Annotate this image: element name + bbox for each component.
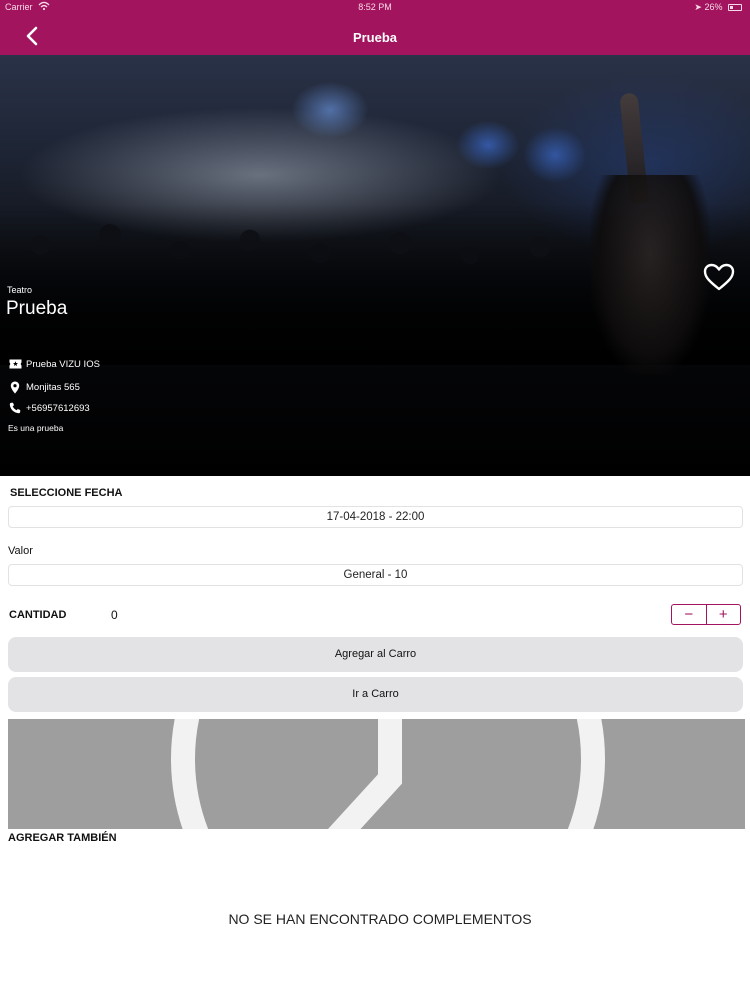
location-pin-icon [8, 380, 22, 394]
quantity-value: 0 [111, 608, 118, 622]
quantity-label: CANTIDAD [9, 609, 67, 621]
phone-icon [8, 401, 22, 415]
ticket-icon [8, 357, 22, 371]
chevron-left-icon [26, 26, 38, 46]
battery-icon [728, 4, 742, 11]
clock-placeholder-icon [171, 719, 605, 829]
performer-silhouette [590, 175, 710, 375]
image-placeholder [8, 719, 745, 829]
quantity-stepper: − + [671, 604, 741, 625]
battery-percent: 26% [704, 2, 723, 12]
price-picker[interactable]: General - 10 [8, 564, 743, 586]
venue-phone: +56957612693 [26, 402, 90, 414]
complements-section-label: AGREGAR TAMBIÉN [8, 832, 117, 844]
price-section-label: Valor [8, 545, 33, 557]
decrement-button[interactable]: − [672, 605, 706, 624]
event-category: Teatro [7, 285, 33, 295]
venue-address: Monjitas 565 [26, 381, 80, 393]
empty-complements-message: NO SE HAN ENCONTRADO COMPLEMENTOS [228, 911, 532, 927]
favorite-button[interactable] [703, 262, 735, 292]
venue-name: Prueba VIZU IOS [26, 358, 100, 370]
battery-status: ➤ 26% [694, 2, 742, 13]
heart-outline-icon [703, 263, 735, 291]
date-picker[interactable]: 17-04-2018 - 22:00 [8, 506, 743, 528]
status-bar: Carrier 8:52 PM ➤ 26% [0, 0, 750, 16]
phone-row[interactable]: +56957612693 [8, 401, 90, 415]
add-to-cart-button[interactable]: Agregar al Carro [8, 637, 743, 672]
increment-button[interactable]: + [707, 605, 741, 624]
event-hero-image: Teatro Prueba Prueba VIZU IOS Monjitas 5… [0, 55, 750, 476]
event-description: Es una prueba [8, 423, 64, 433]
go-to-cart-button[interactable]: Ir a Carro [8, 677, 743, 712]
navigation-bar: Prueba [0, 16, 750, 55]
back-button[interactable] [18, 22, 46, 50]
event-title: Prueba [6, 298, 68, 319]
status-time: 8:52 PM [358, 2, 392, 12]
app-screen: Carrier 8:52 PM ➤ 26% Prueba Teatro Prue… [0, 0, 750, 1000]
date-section-label: SELECCIONE FECHA [10, 487, 123, 499]
page-title: Prueba [352, 30, 398, 45]
address-row: Monjitas 565 [8, 380, 80, 394]
venue-row: Prueba VIZU IOS [8, 357, 100, 371]
location-arrow-icon: ➤ [694, 2, 702, 12]
